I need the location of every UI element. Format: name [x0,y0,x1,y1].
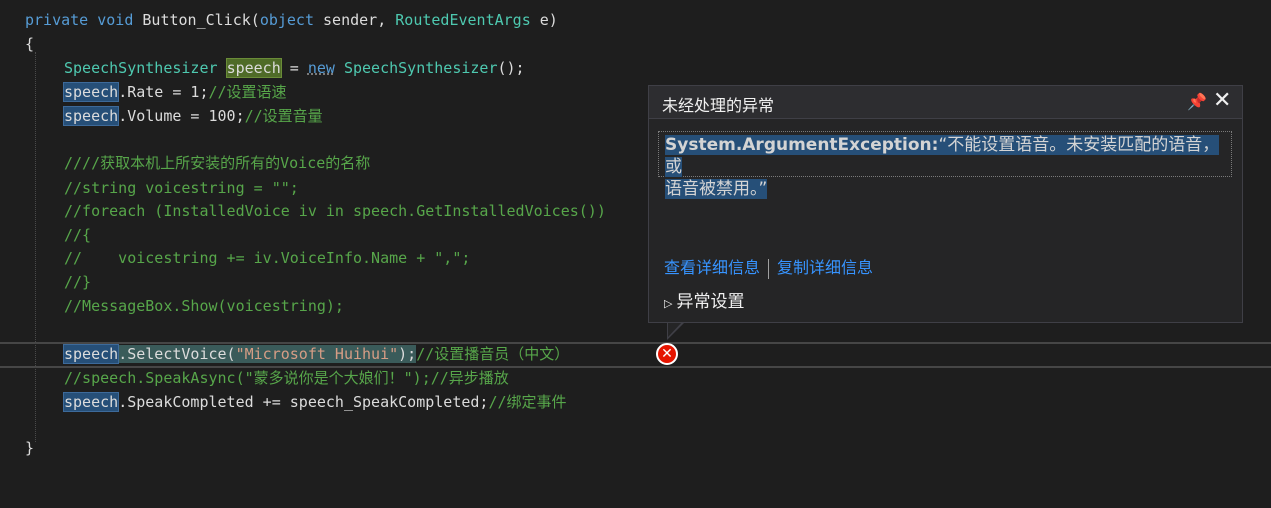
popup-pointer-fill [668,321,683,337]
open-brace: { [25,35,35,53]
exception-settings-expander[interactable]: ▷ 异常设置 [664,287,744,312]
popup-header: 未经处理的异常 📌 ✕ [649,86,1242,119]
variable-speech-reference[interactable]: speech [62,82,120,102]
expand-arrow-icon: ▷ [664,297,673,310]
comment: //设置语速 [208,83,287,101]
exception-helper-popup: 未经处理的异常 📌 ✕ System.ArgumentException:“不能… [648,85,1243,323]
variable-speech-reference[interactable]: speech [62,392,120,412]
detail-links: 查看详细信息 复制详细信息 [664,254,873,279]
variable-speech-definition[interactable]: speech [225,58,282,78]
error-icon[interactable]: ✕ [656,343,678,365]
type-speechsynthesizer-ctor: SpeechSynthesizer [343,59,498,77]
exception-settings-label: 异常设置 [676,292,745,312]
param-sender: sender, [314,11,396,29]
comment: //{ [64,226,92,244]
comment: ////获取本机上所安装的所有的Voice的名称 [64,154,371,172]
copy-details-link[interactable]: 复制详细信息 [777,258,873,277]
select-voice-call: .SelectVoice( [118,345,236,363]
keyword-new: new [307,59,335,77]
call-end: ); [398,345,417,363]
link-divider [768,258,770,279]
ctor-call-end: (); [497,59,525,77]
type-routedeventargs: RoutedEventArgs [395,11,531,29]
comment: //foreach (InstalledVoice iv in speech.G… [64,202,606,220]
code-line-2[interactable]: { [0,32,1271,56]
code-line-14[interactable]: //speech.SpeakAsync("蒙多说你是个大娘们！");//异步播放 [0,366,1271,390]
code-line-15[interactable]: speech.SpeakCompleted += speech_SpeakCom… [0,390,1271,414]
close-brace: } [25,439,35,457]
comment: //设置音量 [244,107,323,125]
exception-message-box[interactable]: System.ArgumentException:“不能设置语音。未安装匹配的语… [658,131,1232,199]
string-literal: "Microsoft Huihui" [235,345,399,363]
exception-type: System.ArgumentException: [665,135,939,155]
param-e: e) [530,11,558,29]
close-icon[interactable]: ✕ [1213,89,1231,113]
keyword-private: private [25,11,89,29]
comment: //MessageBox.Show(voicestring); [64,297,344,315]
code-line-16[interactable]: } [0,436,1271,460]
method-name: Button_Click( [133,11,260,29]
comment: //绑定事件 [488,393,567,411]
comment: //speech.SpeakAsync("蒙多说你是个大娘们！");//异步播放 [64,369,509,387]
rate-statement: .Rate = 1; [118,83,209,101]
keyword-void: void [97,11,134,29]
code-line-1[interactable]: private void Button_Click(object sender,… [0,8,1271,32]
comment: //设置播音员（中文） [416,345,570,363]
comment: //} [64,273,92,291]
exception-message: System.ArgumentException:“不能设置语音。未安装匹配的语… [665,134,1235,200]
volume-statement: .Volume = 100; [118,107,245,125]
variable-speech-reference[interactable]: speech [62,106,120,126]
comment: // voicestring += iv.VoiceInfo.Name + ",… [64,249,471,267]
event-bind-statement: .SpeakCompleted += speech_SpeakCompleted… [118,393,489,411]
comment: //string voicestring = ""; [64,179,299,197]
type-speechsynthesizer: SpeechSynthesizer [64,59,218,77]
keyword-object: object [259,11,314,29]
variable-speech-reference[interactable]: speech [62,344,120,364]
code-line-3[interactable]: SpeechSynthesizer speech = new SpeechSyn… [0,56,1271,80]
pin-icon[interactable]: 📌 [1187,92,1207,111]
view-details-link[interactable]: 查看详细信息 [664,258,760,277]
code-line-13-current[interactable]: speech.SelectVoice("Microsoft Huihui");/… [0,342,1271,366]
assign-op: = [280,59,308,77]
exception-message-line2: 语音被禁用。” [665,179,768,199]
popup-title: 未经处理的异常 [662,96,775,115]
